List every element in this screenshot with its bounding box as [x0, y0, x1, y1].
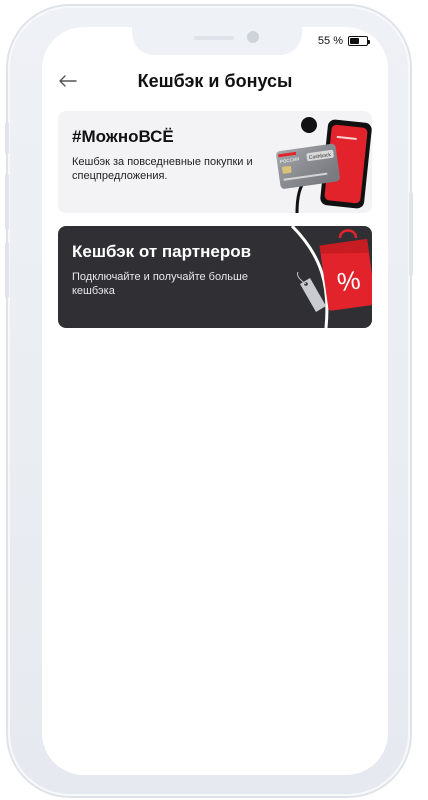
mute-switch: [5, 122, 9, 154]
card-title: #МожноВСЁ: [72, 127, 174, 146]
partner-cashback-card[interactable]: Кешбэк от партнеров Подключайте и получа…: [58, 226, 372, 328]
speaker: [194, 36, 234, 40]
volume-up-button: [5, 174, 9, 230]
shopping-bag-illustration: %: [290, 226, 372, 328]
percent-sign: %: [335, 264, 362, 297]
cashback-mozhnovse-card[interactable]: #МожноВСЁ Кешбэк за повседневные покупки…: [58, 111, 372, 213]
battery-icon: [348, 36, 370, 46]
notch: [132, 27, 302, 55]
front-camera: [247, 31, 259, 43]
phone-and-card-illustration: РОССИЯ Cashback: [276, 117, 372, 213]
card-subtitle: Кешбэк за повседневные покупки и спецпре…: [72, 156, 253, 182]
status-bar: 55 %: [317, 35, 370, 47]
card-text: Кешбэк от партнеров Подключайте и получа…: [72, 242, 272, 298]
page-header: Кешбэк и бонусы: [42, 69, 388, 97]
app-screen: 55 % Кешбэк и бонусы #МожноВСЁ Кешбэк за…: [42, 27, 388, 775]
page-title: Кешбэк и бонусы: [137, 71, 293, 91]
battery-percent: 55 %: [317, 35, 343, 47]
volume-down-button: [5, 242, 9, 298]
card-title: Кешбэк от партнеров: [72, 242, 252, 261]
card-subtitle: Подключайте и получайте больше кешбэка: [72, 271, 248, 297]
power-button: [409, 192, 413, 276]
card-text: #МожноВСЁ Кешбэк за повседневные покупки…: [72, 127, 272, 183]
